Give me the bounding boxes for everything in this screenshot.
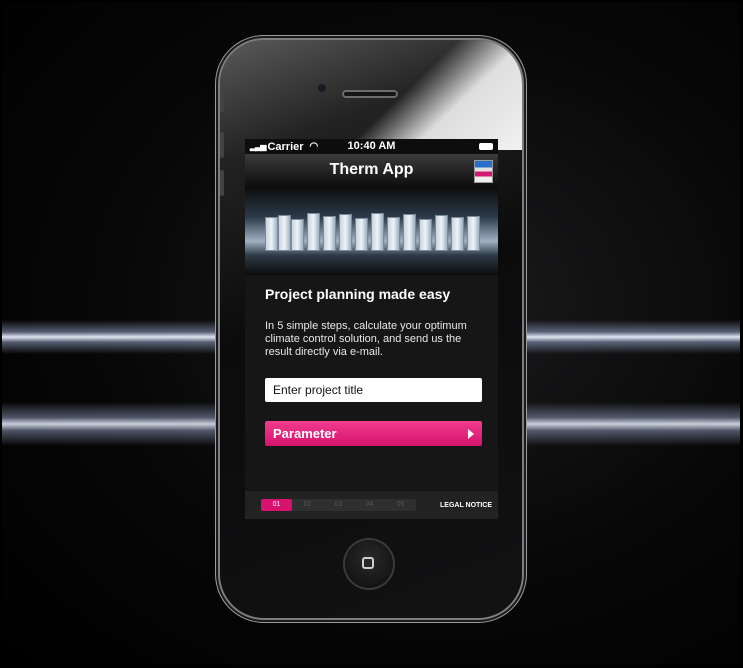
enclosure-image	[467, 216, 480, 251]
parameter-button[interactable]: Parameter	[265, 421, 482, 446]
mute-switch	[220, 90, 224, 112]
status-bar: ▂▃▅ Carrier ◠ 10:40 AM	[245, 139, 498, 154]
enclosure-image	[419, 219, 432, 251]
enclosure-image	[451, 217, 464, 251]
battery-icon	[479, 143, 493, 150]
nav-title: Therm App	[329, 161, 414, 178]
step-indicator: 01 02 03 04 05	[261, 499, 416, 511]
home-button[interactable]	[345, 540, 393, 588]
enclosure-image	[339, 214, 352, 251]
enclosure-image	[278, 215, 291, 251]
enclosure-image	[435, 215, 448, 251]
enclosure-image	[307, 213, 320, 251]
step-3[interactable]: 03	[323, 499, 354, 511]
home-button-icon	[362, 557, 374, 569]
step-1[interactable]: 01	[261, 499, 292, 511]
iphone-device: ▂▃▅ Carrier ◠ 10:40 AM Therm App Project…	[220, 40, 522, 618]
volume-up-button	[220, 132, 224, 158]
earpiece-speaker	[342, 90, 398, 98]
volume-down-button	[220, 170, 224, 196]
enclosure-image	[387, 217, 400, 251]
status-time: 10:40 AM	[347, 140, 396, 152]
backdrop: ▂▃▅ Carrier ◠ 10:40 AM Therm App Project…	[2, 2, 740, 665]
intro-section: Project planning made easy In 5 simple s…	[245, 275, 498, 446]
enclosure-image	[371, 213, 384, 251]
step-4[interactable]: 04	[354, 499, 385, 511]
enclosure-image	[265, 217, 278, 251]
legal-notice-link[interactable]: LEGAL NOTICE	[440, 502, 492, 509]
intro-text: In 5 simple steps, calculate your optimu…	[265, 320, 467, 358]
hero-image	[245, 186, 498, 275]
step-5[interactable]: 05	[385, 499, 416, 511]
enclosure-image	[323, 216, 336, 251]
footer-bar: 01 02 03 04 05 LEGAL NOTICE	[245, 491, 498, 519]
app-screen: ▂▃▅ Carrier ◠ 10:40 AM Therm App Project…	[245, 139, 498, 519]
parameter-button-label: Parameter	[273, 426, 337, 441]
project-title-input[interactable]: Enter project title	[265, 378, 482, 402]
step-2[interactable]: 02	[292, 499, 323, 511]
rittal-logo-icon[interactable]	[474, 160, 493, 183]
arrow-right-icon	[468, 429, 474, 439]
front-camera	[318, 84, 326, 92]
headline: Project planning made easy	[265, 286, 451, 302]
enclosure-image	[355, 218, 368, 251]
enclosure-image	[291, 219, 304, 251]
enclosure-image	[403, 214, 416, 251]
nav-bar: Therm App	[245, 154, 498, 186]
